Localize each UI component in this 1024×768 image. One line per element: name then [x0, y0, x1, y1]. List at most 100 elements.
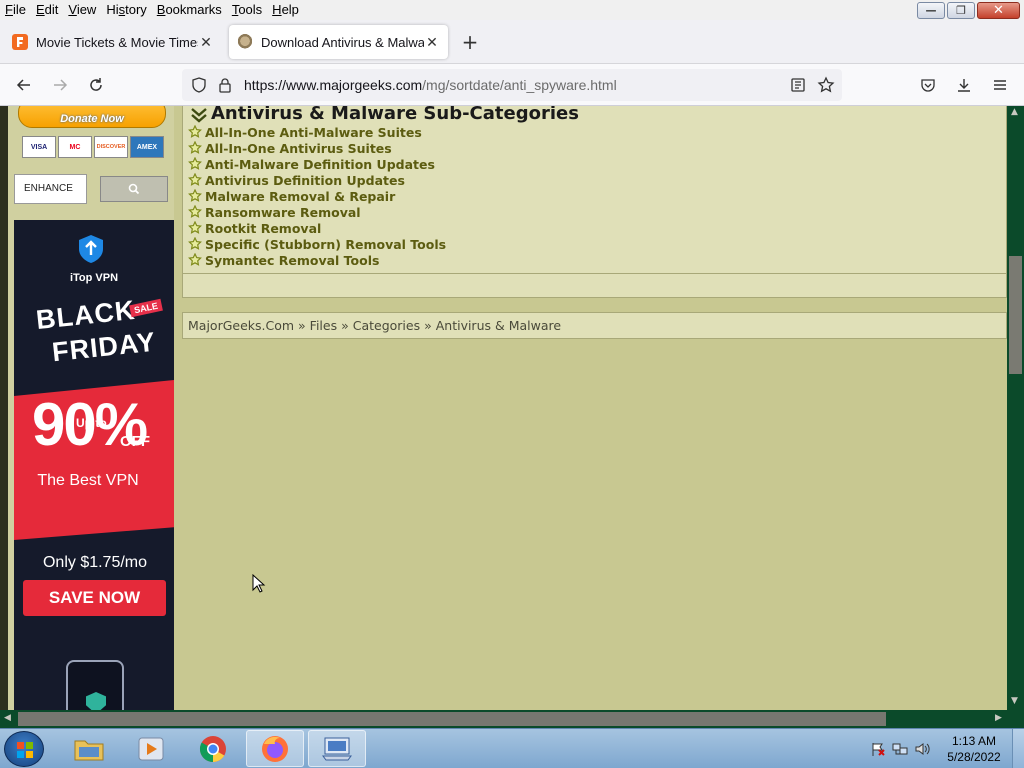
- close-tab-icon[interactable]: ✕: [424, 34, 440, 51]
- menu-tools[interactable]: Tools: [227, 0, 267, 20]
- show-desktop-button[interactable]: [1012, 729, 1024, 768]
- search-button[interactable]: [100, 176, 168, 202]
- breadcrumb-files[interactable]: Files: [310, 318, 337, 333]
- subcategory-link[interactable]: Malware Removal & Repair: [205, 189, 395, 204]
- bookmark-star-icon[interactable]: [817, 76, 835, 94]
- menu-bookmarks[interactable]: Bookmarks: [152, 0, 227, 20]
- taskbar-chrome[interactable]: [184, 730, 242, 767]
- taskbar-firefox[interactable]: [246, 730, 304, 767]
- scroll-right-arrow-icon[interactable]: ▶: [995, 713, 1002, 723]
- scroll-left-arrow-icon[interactable]: ◀: [4, 713, 11, 723]
- pocket-icon: [921, 79, 935, 92]
- back-button[interactable]: [14, 75, 34, 95]
- phone-illustration-icon: [66, 660, 124, 710]
- lock-icon[interactable]: [217, 77, 233, 93]
- close-window-button[interactable]: ✕: [977, 2, 1020, 19]
- restore-icon: ❐: [956, 4, 966, 17]
- pocket-button[interactable]: [918, 75, 938, 95]
- windows-logo-icon: [17, 742, 33, 758]
- remote-desktop-icon: [322, 737, 352, 760]
- menu-help[interactable]: Help: [267, 0, 304, 20]
- mouse-cursor-icon: [252, 574, 266, 593]
- taskbar-media-player[interactable]: [122, 730, 180, 767]
- subcategory-link[interactable]: Symantec Removal Tools: [205, 253, 379, 268]
- star-icon: [188, 189, 202, 202]
- app-menu-button[interactable]: [990, 75, 1010, 95]
- scroll-up-arrow-icon[interactable]: ▲: [1011, 107, 1018, 117]
- vertical-scroll-thumb[interactable]: [1009, 256, 1022, 374]
- star-icon: [188, 253, 202, 266]
- taskbar-explorer[interactable]: [60, 730, 118, 767]
- subcategory-link[interactable]: Specific (Stubborn) Removal Tools: [205, 237, 446, 252]
- subcategory-link[interactable]: Rootkit Removal: [205, 221, 321, 236]
- subcategory-link[interactable]: Antivirus Definition Updates: [205, 173, 405, 188]
- start-button[interactable]: [4, 731, 44, 767]
- tab-download-antivirus[interactable]: Download Antivirus & Malware ✕: [229, 25, 448, 59]
- breadcrumb-separator: »: [337, 318, 353, 333]
- url-text[interactable]: https://www.majorgeeks.com/mg/sortdate/a…: [244, 77, 617, 93]
- navigation-toolbar: https://www.majorgeeks.com/mg/sortdate/a…: [0, 64, 1024, 106]
- close-tab-icon[interactable]: ✕: [198, 34, 214, 51]
- ad-tagline: The Best VPN: [37, 472, 139, 489]
- system-clock[interactable]: 1:13 AM 5/28/2022: [936, 733, 1012, 765]
- star-icon: [188, 141, 202, 154]
- subcategories-title: Antivirus & Malware Sub-Categories: [211, 106, 579, 124]
- breadcrumb-current[interactable]: Antivirus & Malware: [436, 318, 561, 333]
- forward-button[interactable]: [50, 75, 70, 95]
- address-bar[interactable]: https://www.majorgeeks.com/mg/sortdate/a…: [182, 69, 842, 101]
- download-icon: [958, 79, 970, 92]
- tracking-shield-icon[interactable]: [191, 77, 207, 93]
- vpn-advertisement[interactable]: iTop VPN BLACK SALE FRIDAY 90% Up to OFF…: [14, 220, 174, 710]
- breadcrumb-categories[interactable]: Categories: [353, 318, 420, 333]
- firefox-icon: [262, 735, 288, 762]
- restore-button[interactable]: ❐: [947, 2, 975, 19]
- new-tab-button[interactable]: +: [460, 32, 480, 52]
- search-input[interactable]: ENHANCE: [14, 174, 87, 204]
- divider: [183, 273, 1007, 274]
- list-item: All-In-One Antivirus Suites: [187, 140, 446, 156]
- reload-button[interactable]: [86, 75, 106, 95]
- visa-card-icon: VISA: [22, 136, 56, 158]
- downloads-button[interactable]: [954, 75, 974, 95]
- chrome-icon: [199, 735, 226, 762]
- subcategory-link[interactable]: All-In-One Anti-Malware Suites: [205, 125, 422, 140]
- subcategories-panel: Antivirus & Malware Sub-Categories All-I…: [182, 106, 1007, 298]
- breadcrumb-home[interactable]: MajorGeeks.Com: [188, 318, 294, 333]
- menu-view[interactable]: View: [63, 0, 101, 20]
- list-item: Ransomware Removal: [187, 204, 446, 220]
- star-icon: [188, 237, 202, 250]
- hamburger-menu-icon: [994, 80, 1006, 90]
- horizontal-scroll-thumb[interactable]: [18, 712, 886, 726]
- network-icon[interactable]: [892, 741, 908, 757]
- subcategory-link[interactable]: All-In-One Antivirus Suites: [205, 141, 392, 156]
- breadcrumb: MajorGeeks.Com » Files » Categories » An…: [182, 312, 1007, 339]
- tab-strip: Movie Tickets & Movie Times | F ✕ Downlo…: [0, 20, 1024, 64]
- clock-date: 5/28/2022: [947, 750, 1001, 764]
- ad-save-now-button[interactable]: SAVE NOW: [23, 580, 166, 616]
- menu-file[interactable]: File: [0, 0, 31, 20]
- subcategory-link[interactable]: Anti-Malware Definition Updates: [205, 157, 435, 172]
- left-sidebar: Donate Now VISA MC DISCOVER AMEX ENHANCE…: [0, 106, 174, 710]
- taskbar-remote-desktop[interactable]: [308, 730, 366, 767]
- horizontal-scrollbar[interactable]: ◀ ▶: [0, 710, 1024, 728]
- folder-icon: [74, 740, 104, 760]
- minimize-button[interactable]: —: [917, 2, 945, 19]
- paypal-donate-label: Donate Now: [60, 113, 124, 125]
- tab-movie-tickets[interactable]: Movie Tickets & Movie Times | F ✕: [4, 25, 222, 59]
- scroll-down-arrow-icon[interactable]: ▼: [1011, 696, 1018, 706]
- paypal-donate-button[interactable]: Donate Now: [18, 106, 166, 128]
- breadcrumb-separator: »: [420, 318, 436, 333]
- volume-icon[interactable]: [914, 741, 930, 757]
- subcategory-link[interactable]: Ransomware Removal: [205, 205, 361, 220]
- windows-taskbar: 1:13 AM 5/28/2022: [0, 728, 1024, 768]
- media-player-icon: [138, 737, 164, 760]
- ad-brand: iTop VPN: [69, 272, 119, 284]
- reader-view-icon[interactable]: [790, 77, 806, 93]
- web-page: Donate Now VISA MC DISCOVER AMEX ENHANCE…: [0, 106, 1007, 710]
- menu-history[interactable]: History: [101, 0, 151, 20]
- vertical-scrollbar[interactable]: ▲ ▼: [1007, 106, 1024, 710]
- menu-edit[interactable]: Edit: [31, 0, 63, 20]
- menu-bar: File Edit View History Bookmarks Tools H…: [0, 0, 1024, 20]
- action-center-flag-icon[interactable]: [870, 741, 886, 757]
- list-item: Anti-Malware Definition Updates: [187, 156, 446, 172]
